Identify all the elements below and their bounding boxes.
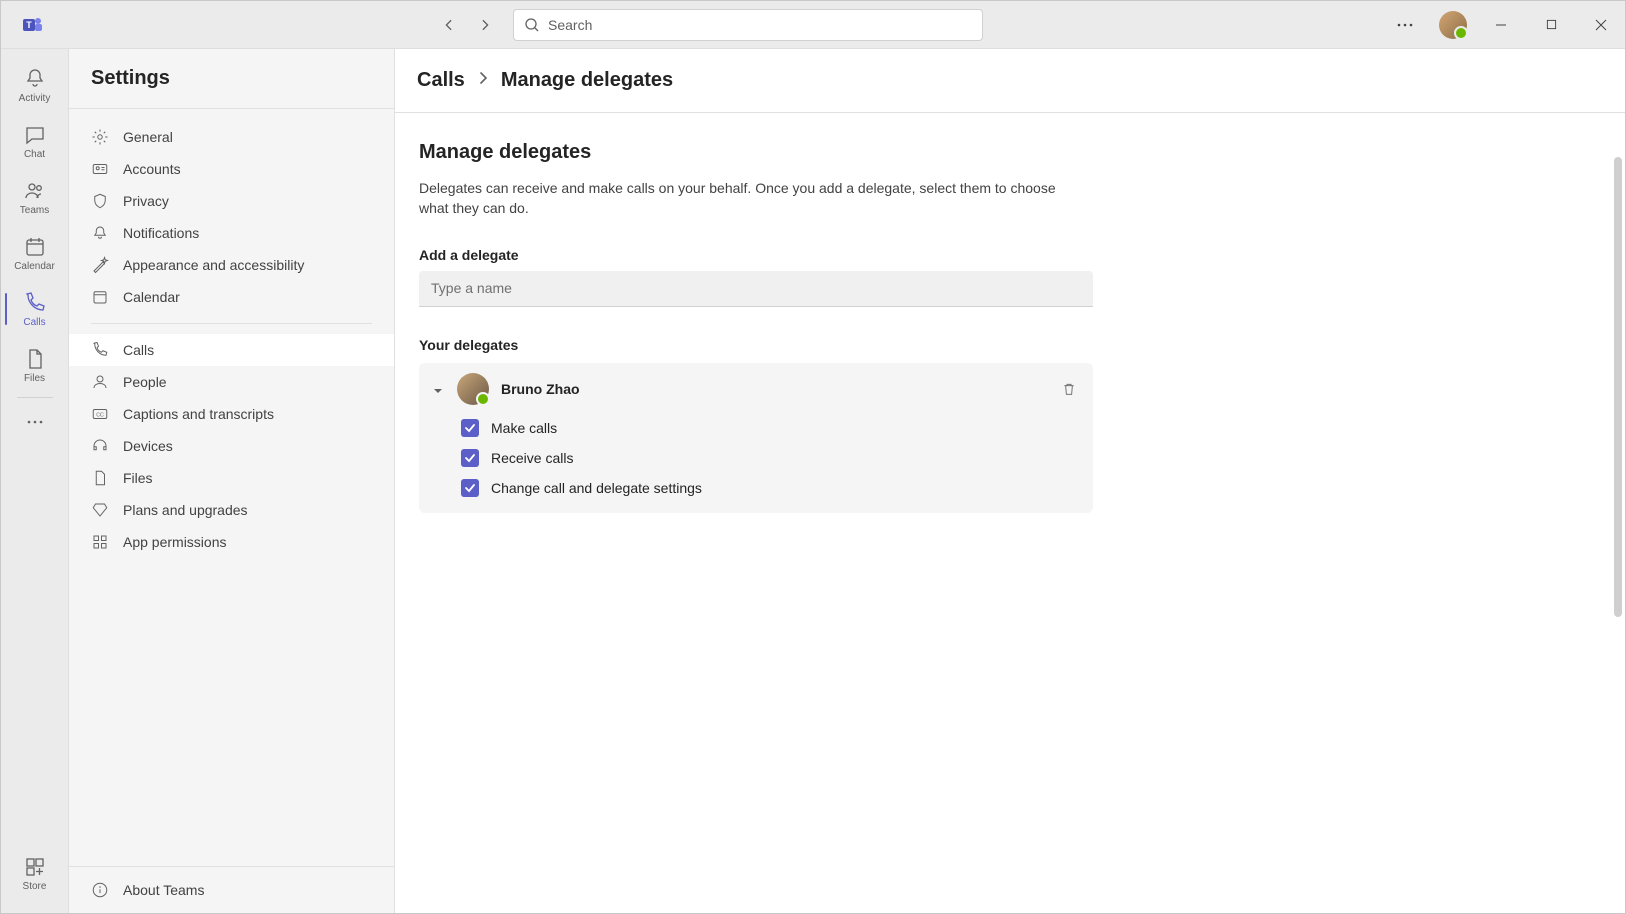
app-rail: Activity Chat Teams Calendar Calls Files — [1, 49, 69, 913]
delegate-name: Bruno Zhao — [501, 381, 580, 397]
checkbox-make-calls[interactable] — [461, 419, 479, 437]
diamond-icon — [91, 501, 109, 519]
scrollbar[interactable] — [1613, 157, 1623, 909]
maximize-button[interactable] — [1535, 9, 1567, 41]
permission-change-settings: Change call and delegate settings — [461, 479, 1079, 497]
settings-item-privacy[interactable]: Privacy — [69, 185, 394, 217]
settings-item-devices[interactable]: Devices — [69, 430, 394, 462]
add-delegate-label: Add a delegate — [419, 247, 1601, 263]
main-content: Calls Manage delegates Manage delegates … — [395, 49, 1625, 913]
search-input[interactable]: Search — [513, 9, 983, 41]
permission-receive-calls: Receive calls — [461, 449, 1079, 467]
wand-icon — [91, 256, 109, 274]
user-avatar[interactable] — [1439, 11, 1467, 39]
delegate-card: Bruno Zhao Make calls Receive calls Chan… — [419, 363, 1093, 513]
settings-item-calls[interactable]: Calls — [69, 334, 394, 366]
phone-icon — [91, 341, 109, 359]
delegate-header[interactable]: Bruno Zhao — [419, 363, 1093, 415]
rail-calls[interactable]: Calls — [5, 281, 65, 337]
scroll-thumb[interactable] — [1614, 157, 1622, 617]
search-icon — [524, 17, 540, 33]
minimize-button[interactable] — [1485, 9, 1517, 41]
settings-item-accounts[interactable]: Accounts — [69, 153, 394, 185]
more-button[interactable] — [1389, 9, 1421, 41]
headset-icon — [91, 437, 109, 455]
file-icon — [23, 347, 47, 371]
chevron-right-icon — [475, 70, 491, 91]
settings-item-files[interactable]: Files — [69, 462, 394, 494]
id-card-icon — [91, 160, 109, 178]
rail-teams[interactable]: Teams — [5, 169, 65, 225]
settings-item-appearance[interactable]: Appearance and accessibility — [69, 249, 394, 281]
nav-back-button[interactable] — [437, 13, 461, 37]
caret-down-icon — [433, 383, 445, 395]
check-icon — [464, 482, 476, 494]
rail-chat[interactable]: Chat — [5, 113, 65, 169]
rail-activity[interactable]: Activity — [5, 57, 65, 113]
breadcrumb-calls[interactable]: Calls — [417, 69, 465, 92]
rail-store[interactable]: Store — [5, 845, 65, 901]
nav-forward-button[interactable] — [473, 13, 497, 37]
settings-item-calendar[interactable]: Calendar — [69, 281, 394, 313]
trash-icon — [1061, 381, 1077, 397]
svg-text:T: T — [26, 20, 32, 30]
permission-list: Make calls Receive calls Change call and… — [419, 415, 1093, 513]
checkbox-receive-calls[interactable] — [461, 449, 479, 467]
shield-icon — [91, 192, 109, 210]
person-icon — [91, 373, 109, 391]
breadcrumb: Calls Manage delegates — [395, 49, 1625, 113]
teams-logo: T — [19, 11, 47, 39]
gear-icon — [91, 128, 109, 146]
close-button[interactable] — [1585, 9, 1617, 41]
checkbox-change-settings[interactable] — [461, 479, 479, 497]
about-teams-button[interactable]: About Teams — [69, 866, 394, 913]
rail-more[interactable] — [5, 402, 65, 442]
settings-divider — [91, 323, 372, 324]
rail-calendar[interactable]: Calendar — [5, 225, 65, 281]
settings-title: Settings — [69, 67, 394, 109]
store-icon — [23, 855, 47, 879]
titlebar: T Search — [1, 1, 1625, 49]
settings-item-people[interactable]: People — [69, 366, 394, 398]
calendar-icon — [91, 288, 109, 306]
check-icon — [464, 422, 476, 434]
page-title: Manage delegates — [419, 141, 1601, 164]
bell-icon — [23, 67, 47, 91]
settings-item-plans[interactable]: Plans and upgrades — [69, 494, 394, 526]
page-description: Delegates can receive and make calls on … — [419, 178, 1059, 219]
chat-icon — [23, 123, 47, 147]
rail-separator — [17, 397, 53, 398]
settings-item-permissions[interactable]: App permissions — [69, 526, 394, 558]
breadcrumb-current: Manage delegates — [501, 69, 673, 92]
rail-files[interactable]: Files — [5, 337, 65, 393]
delegate-avatar — [457, 373, 489, 405]
check-icon — [464, 452, 476, 464]
delete-delegate-button[interactable] — [1059, 379, 1079, 399]
calendar-icon — [23, 235, 47, 259]
settings-sidebar: Settings General Accounts Privacy Notifi… — [69, 49, 395, 913]
permission-make-calls: Make calls — [461, 419, 1079, 437]
add-delegate-input[interactable] — [419, 271, 1093, 307]
svg-text:CC: CC — [96, 412, 104, 418]
people-icon — [23, 179, 47, 203]
ellipsis-icon — [26, 420, 44, 424]
settings-item-general[interactable]: General — [69, 121, 394, 153]
bell-icon — [91, 224, 109, 242]
file-icon — [91, 469, 109, 487]
search-placeholder: Search — [548, 17, 592, 33]
cc-icon: CC — [91, 405, 109, 423]
settings-item-notifications[interactable]: Notifications — [69, 217, 394, 249]
apps-icon — [91, 533, 109, 551]
info-icon — [91, 881, 109, 899]
settings-item-captions[interactable]: CCCaptions and transcripts — [69, 398, 394, 430]
your-delegates-label: Your delegates — [419, 337, 1601, 353]
phone-icon — [23, 291, 47, 315]
